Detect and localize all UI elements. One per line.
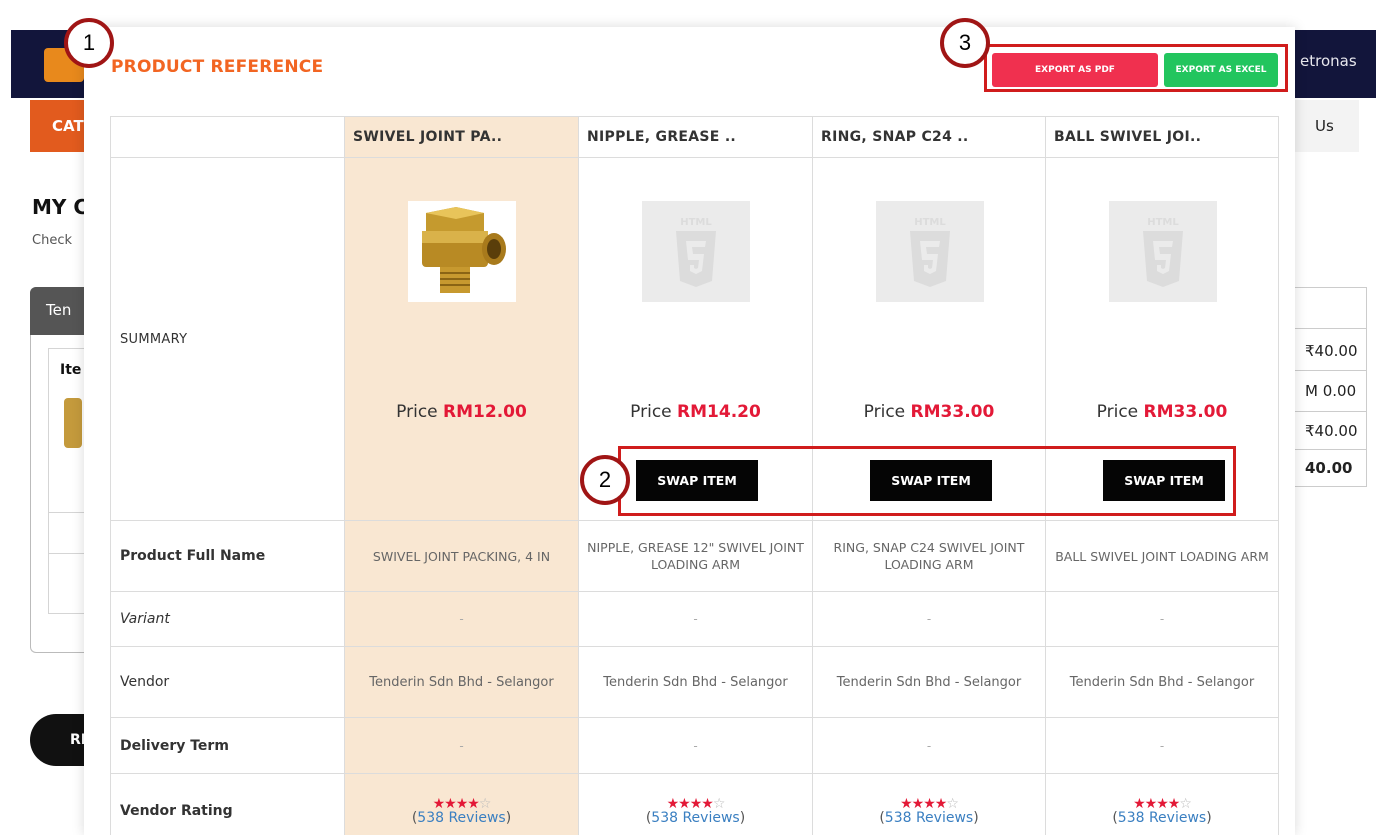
vendor-cell: Tenderin Sdn Bhd - Selangor xyxy=(812,646,1046,718)
page-subtitle: Check xyxy=(32,233,72,248)
empty-header-cell xyxy=(110,116,345,158)
annotation-badge-3: 3 xyxy=(940,18,990,68)
variant-cell: - xyxy=(812,591,1046,647)
header-brand-text: etronas xyxy=(1300,52,1357,70)
vendor-rating-row: Vendor Rating ★★★★☆ (538 Reviews) ★★★★☆ … xyxy=(110,773,1279,835)
vendor-row: Vendor Tenderin Sdn Bhd - Selangor Tende… xyxy=(110,646,1279,718)
rating-cell: ★★★★☆ (538 Reviews) xyxy=(812,773,1046,835)
svg-text:HTML: HTML xyxy=(680,217,712,228)
variant-cell: - xyxy=(344,591,579,647)
full-name-cell: NIPPLE, GREASE 12" SWIVEL JOINT LOADING … xyxy=(578,520,813,592)
star-rating-icon: ★★★★☆ xyxy=(900,795,959,812)
reviews-link[interactable]: (538 Reviews) xyxy=(345,810,578,826)
full-name-cell: SWIVEL JOINT PACKING, 4 IN xyxy=(344,520,579,592)
variant-cell: - xyxy=(1045,591,1279,647)
contact-us-tab[interactable]: Us xyxy=(1285,100,1359,152)
vendor-cell: Tenderin Sdn Bhd - Selangor xyxy=(578,646,813,718)
divider xyxy=(1285,411,1367,412)
row-label-summary: SUMMARY xyxy=(110,157,345,521)
swivel-joint-product-image xyxy=(408,201,516,302)
modal-title: PRODUCT REFERENCE xyxy=(111,57,324,77)
delivery-cell: - xyxy=(1045,717,1279,774)
row-label-variant: Variant xyxy=(110,591,345,647)
row-label-full-name: Product Full Name xyxy=(110,520,345,592)
annotation-box-swap xyxy=(618,446,1236,516)
svg-text:HTML: HTML xyxy=(1147,217,1179,228)
price: Price RM33.00 xyxy=(863,402,995,422)
divider xyxy=(1285,449,1367,450)
annotation-badge-2: 2 xyxy=(580,455,630,505)
amount-text: ₹40.00 xyxy=(1305,342,1358,360)
reviews-link[interactable]: (538 Reviews) xyxy=(579,810,812,826)
delivery-cell: - xyxy=(578,717,813,774)
table-header-row: SWIVEL JOINT PA.. NIPPLE, GREASE .. RING… xyxy=(110,116,1279,158)
full-name-cell: RING, SNAP C24 SWIVEL JOINT LOADING ARM xyxy=(812,520,1046,592)
annotation-badge-1: 1 xyxy=(64,18,114,68)
full-name-cell: BALL SWIVEL JOINT LOADING ARM xyxy=(1045,520,1279,592)
vendor-cell: Tenderin Sdn Bhd - Selangor xyxy=(344,646,579,718)
amount-text: M 0.00 xyxy=(1305,382,1357,400)
category-tab[interactable]: CAT xyxy=(30,100,90,152)
reviews-link[interactable]: (538 Reviews) xyxy=(813,810,1045,826)
delivery-cell: - xyxy=(344,717,579,774)
annotation-box-export xyxy=(984,44,1288,92)
column-header: RING, SNAP C24 .. xyxy=(812,116,1046,158)
divider xyxy=(1285,328,1367,329)
product-reference-modal: PRODUCT REFERENCE EXPORT AS PDF EXPORT A… xyxy=(84,27,1295,835)
cart-item-thumbnail xyxy=(64,398,82,448)
row-label-delivery-term: Delivery Term xyxy=(110,717,345,774)
delivery-row: Delivery Term - - - - xyxy=(110,717,1279,774)
html5-icon: HTML xyxy=(642,201,750,302)
page-title: MY C xyxy=(32,195,89,219)
rating-cell: ★★★★☆ (538 Reviews) xyxy=(344,773,579,835)
full-name-row: Product Full Name SWIVEL JOINT PACKING, … xyxy=(110,520,1279,592)
html5-icon: HTML xyxy=(1109,201,1217,302)
star-rating-icon: ★★★★☆ xyxy=(666,795,726,812)
variant-row: Variant - - - - xyxy=(110,591,1279,647)
variant-cell: - xyxy=(578,591,813,647)
price: Price RM14.20 xyxy=(630,402,761,422)
row-label-vendor-rating: Vendor Rating xyxy=(110,773,345,835)
price: Price RM33.00 xyxy=(1096,402,1228,422)
html5-icon: HTML xyxy=(876,201,984,302)
summary-cell: Price RM12.00 xyxy=(344,157,579,521)
reviews-link[interactable]: (538 Reviews) xyxy=(1046,810,1278,826)
rating-cell: ★★★★☆ (538 Reviews) xyxy=(578,773,813,835)
svg-text:HTML: HTML xyxy=(914,217,946,228)
delivery-cell: - xyxy=(812,717,1046,774)
total-amount-text: 40.00 xyxy=(1305,459,1353,477)
amount-text: ₹40.00 xyxy=(1305,422,1358,440)
column-header: SWIVEL JOINT PA.. xyxy=(344,116,579,158)
star-rating-icon: ★★★★☆ xyxy=(1133,795,1192,812)
vendor-cell: Tenderin Sdn Bhd - Selangor xyxy=(1045,646,1279,718)
column-header: NIPPLE, GREASE .. xyxy=(578,116,813,158)
price: Price RM12.00 xyxy=(396,402,527,422)
rating-cell: ★★★★☆ (538 Reviews) xyxy=(1045,773,1279,835)
cart-table-header: Ite xyxy=(60,362,82,378)
star-rating-icon: ★★★★☆ xyxy=(432,795,492,812)
row-label-vendor: Vendor xyxy=(110,646,345,718)
screen: etronas CAT Us MY C Check Ten Ite RF ₹40… xyxy=(0,0,1376,835)
divider xyxy=(1285,370,1367,371)
column-header: BALL SWIVEL JOI.. xyxy=(1045,116,1279,158)
